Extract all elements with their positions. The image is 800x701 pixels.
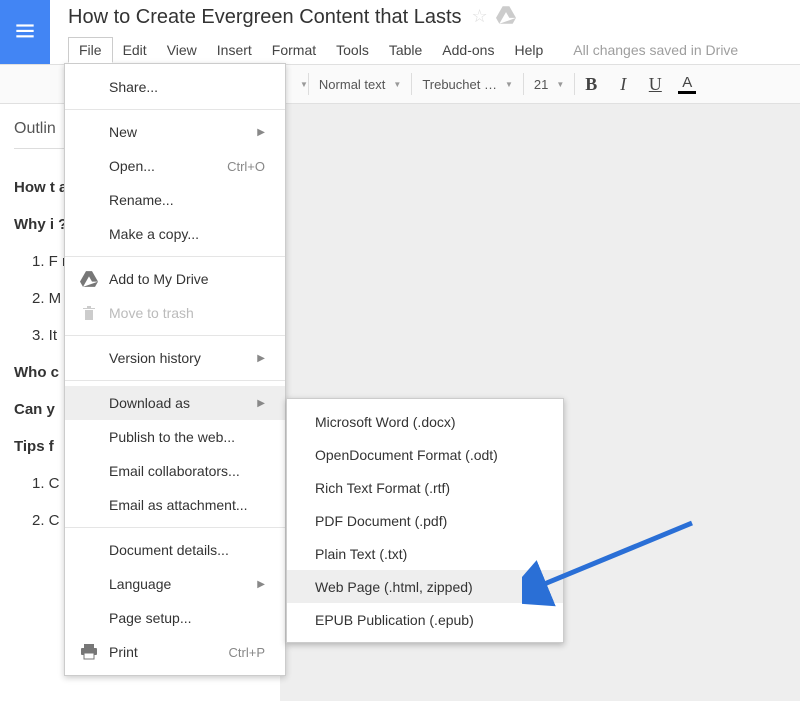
text-color-button[interactable]: A [671,70,703,98]
menu-page-setup[interactable]: Page setup... [65,601,285,635]
menu-publish[interactable]: Publish to the web... [65,420,285,454]
menu-file[interactable]: File [68,37,113,63]
menu-view[interactable]: View [157,38,207,62]
submenu-rtf[interactable]: Rich Text Format (.rtf) [287,471,563,504]
submenu-pdf[interactable]: PDF Document (.pdf) [287,504,563,537]
menubar: File Edit View Insert Format Tools Table… [68,31,792,63]
menu-new[interactable]: New▶ [65,115,285,149]
file-menu: Share... New▶ Open...Ctrl+O Rename... Ma… [64,63,286,676]
menu-share[interactable]: Share... [65,70,285,104]
drive-add-icon [79,271,99,287]
font-select[interactable]: Trebuchet …▼ [412,70,523,98]
menu-insert[interactable]: Insert [207,38,262,62]
submenu-odt[interactable]: OpenDocument Format (.odt) [287,438,563,471]
font-size-select[interactable]: 21▼ [524,70,574,98]
docs-logo[interactable] [0,0,50,64]
chevron-down-icon[interactable]: ▼ [300,80,308,89]
menu-document-details[interactable]: Document details... [65,533,285,567]
menu-version-history[interactable]: Version history▶ [65,341,285,375]
chevron-right-icon: ▶ [257,398,265,409]
menu-open[interactable]: Open...Ctrl+O [65,149,285,183]
bold-button[interactable]: B [575,70,607,98]
app-header: How to Create Evergreen Content that Las… [0,0,800,64]
menu-language[interactable]: Language▶ [65,567,285,601]
paragraph-style-select[interactable]: Normal text▼ [309,70,411,98]
download-submenu: Microsoft Word (.docx) OpenDocument Form… [286,398,564,643]
chevron-down-icon: ▼ [393,80,401,89]
italic-button[interactable]: I [607,70,639,98]
menu-addons[interactable]: Add-ons [432,38,504,62]
menu-move-to-trash: Move to trash [65,296,285,330]
menu-table[interactable]: Table [379,38,432,62]
chevron-right-icon: ▶ [257,353,265,364]
trash-icon [79,305,99,321]
menu-add-to-drive[interactable]: Add to My Drive [65,262,285,296]
chevron-right-icon: ▶ [257,579,265,590]
save-status: All changes saved in Drive [573,42,738,58]
chevron-down-icon: ▼ [556,80,564,89]
menu-help[interactable]: Help [504,38,553,62]
menu-make-copy[interactable]: Make a copy... [65,217,285,251]
submenu-html[interactable]: Web Page (.html, zipped) [287,570,563,603]
submenu-epub[interactable]: EPUB Publication (.epub) [287,603,563,636]
underline-button[interactable]: U [639,70,671,98]
menu-edit[interactable]: Edit [113,38,157,62]
submenu-docx[interactable]: Microsoft Word (.docx) [287,405,563,438]
chevron-right-icon: ▶ [257,127,265,138]
menu-email-attachment[interactable]: Email as attachment... [65,488,285,522]
menu-print[interactable]: PrintCtrl+P [65,635,285,669]
menu-format[interactable]: Format [262,38,326,62]
menu-tools[interactable]: Tools [326,38,379,62]
document-title[interactable]: How to Create Evergreen Content that Las… [68,4,462,31]
menu-rename[interactable]: Rename... [65,183,285,217]
chevron-down-icon: ▼ [505,80,513,89]
submenu-txt[interactable]: Plain Text (.txt) [287,537,563,570]
menu-download-as[interactable]: Download as▶ [65,386,285,420]
print-icon [79,644,99,660]
docs-icon [12,19,38,45]
drive-icon[interactable] [496,6,516,29]
star-icon[interactable]: ☆ [472,6,488,29]
menu-email-collaborators[interactable]: Email collaborators... [65,454,285,488]
